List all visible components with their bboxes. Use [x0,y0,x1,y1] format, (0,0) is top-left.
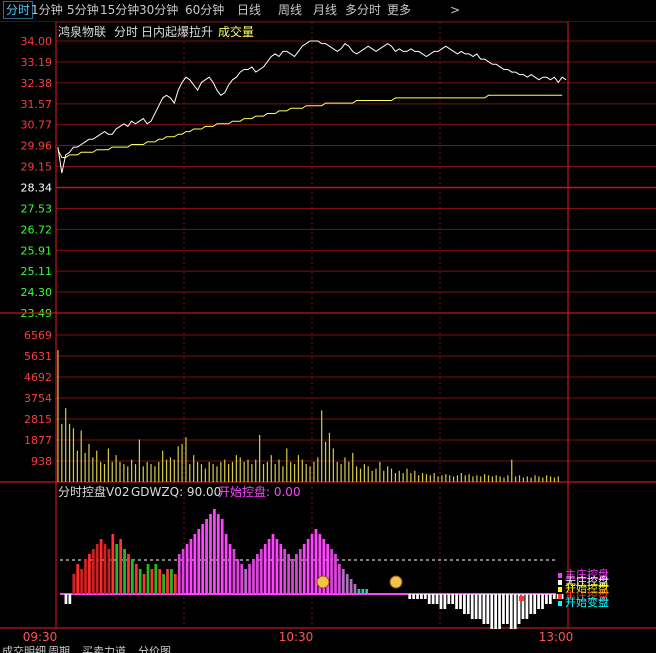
price-axis-label: 24.30 [21,286,53,299]
signal-marker [519,596,524,601]
price-axis-label: 25.91 [21,244,53,257]
price-axis-label: 26.72 [21,223,53,236]
volume-axis-label: 1877 [24,434,52,447]
bottom-tab-2[interactable]: 买卖力道 [82,645,126,653]
time-axis-label: 10:30 [279,630,314,644]
mode-label: 分时 [114,25,138,39]
volume-axis-label: 4692 [24,371,52,384]
time-axis-label: 13:00 [539,630,574,644]
money-bag-icon [316,575,330,589]
sub-indicator-title: 分时控盘V02 [58,484,129,499]
bottom-tab-1[interactable]: 周期 [48,645,70,653]
legend-swatch [558,573,562,578]
legend-swatch [558,580,562,585]
price-axis-label: 29.96 [21,140,53,153]
money-bag-icon [389,575,403,589]
price-axis-label: 31.57 [21,98,53,111]
intraday-chart: 34.00 33.19 32.38 31.57 30.77 29.96 29.15 28.34… [0,21,656,644]
price-axis-label: 28.34 [21,181,53,194]
sub-indicator-param: GDWZQ: 90.00 [131,485,221,499]
legend-swatch [558,594,562,599]
volume-label: 成交量 [218,24,254,39]
volume-axis-label: 3754 [24,392,52,405]
price-axis-label: 30.77 [21,119,53,132]
stock-name: 鸿泉物联 [58,25,106,39]
volume-axis-label: 938 [31,455,52,468]
price-axis-label: 29.15 [21,161,53,174]
volume-axis-label: 5631 [24,350,52,363]
bottom-tab-0[interactable]: 成交明细 [2,645,46,653]
avg-price-line [57,94,563,158]
sub-indicator-signal: 开始控盘: 0.00 [218,484,301,499]
indicator-name: 日内起爆拉升 [141,24,213,39]
price-axis-label: 34.00 [21,35,53,48]
volume-axis-label: 2815 [24,413,52,426]
price-axis-label: 32.38 [21,77,53,90]
time-axis-label: 09:30 [23,630,58,644]
legend-swatch [558,601,562,606]
price-axis-label: 33.19 [21,56,53,69]
bottom-tab-bar: 成交明细 周期 买卖力道 分价图 [0,645,656,653]
legend-item: 开始变盘 [565,595,609,609]
volume-axis-label: 6569 [24,329,52,342]
price-axis-label: 27.53 [21,202,53,215]
bottom-tab-3[interactable]: 分价图 [138,645,171,653]
legend-swatch [558,587,562,592]
price-axis-label: 25.11 [21,265,53,278]
